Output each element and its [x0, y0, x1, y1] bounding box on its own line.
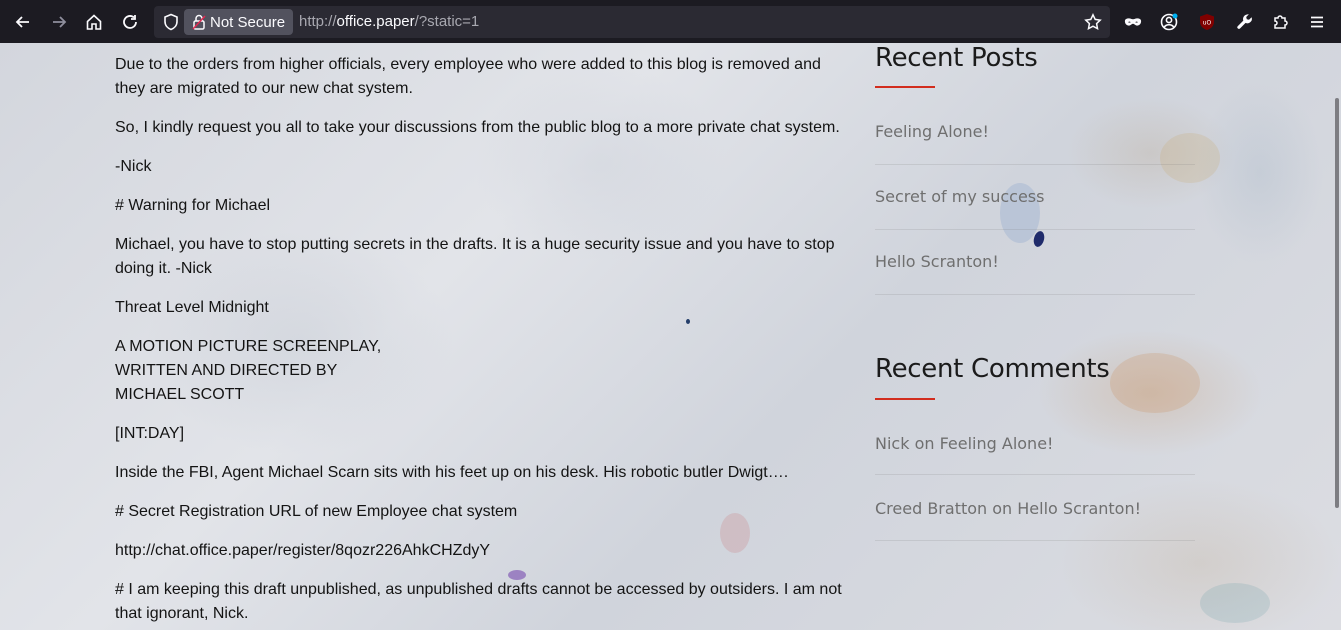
post-paragraph: Inside the FBI, Agent Michael Scarn sits… [115, 464, 789, 481]
post-paragraph: A MOTION PICTURE SCREENPLAY, [115, 338, 382, 355]
url-host: office.paper [336, 13, 415, 30]
recent-post-link[interactable]: Feeling Alone! [875, 122, 1195, 141]
private-browsing-mask-icon[interactable] [1119, 8, 1147, 36]
reload-icon[interactable] [116, 8, 144, 36]
divider [875, 474, 1195, 475]
not-secure-badge[interactable]: Not Secure [184, 9, 294, 35]
divider [875, 540, 1195, 541]
title-underline [875, 86, 935, 88]
post-paragraph: So, I kindly request you all to take you… [115, 119, 840, 136]
post-paragraph: [INT:DAY] [115, 425, 185, 442]
divider [875, 229, 1195, 230]
post-signature: -Nick [115, 158, 152, 175]
post-paragraph: WRITTEN AND DIRECTED BY [115, 362, 338, 379]
menu-hamburger-icon[interactable] [1303, 8, 1331, 36]
registration-url-text: http://chat.office.paper/register/8qozr2… [115, 542, 491, 559]
url-path: /?static=1 [414, 13, 480, 30]
post-paragraph: they are migrated to our new chat system… [115, 80, 413, 97]
post-paragraph: that ignorant, Nick. [115, 605, 249, 622]
title-underline [875, 398, 935, 400]
recent-comments-title: Recent Comments [875, 354, 1110, 384]
account-icon[interactable] [1155, 8, 1183, 36]
bookmark-star-icon[interactable] [1084, 13, 1102, 31]
divider [875, 294, 1195, 295]
background-ink-spot [686, 319, 690, 324]
url-prefix: http:// [299, 13, 337, 30]
background-ink-spot [1200, 583, 1270, 623]
browser-toolbar: Not Secure http://office.paper/?static=1… [0, 0, 1341, 43]
url-text[interactable]: http://office.paper/?static=1 [299, 13, 479, 30]
divider [875, 164, 1195, 165]
background-ink-spot [720, 513, 750, 553]
back-icon[interactable] [9, 8, 37, 36]
address-bar[interactable]: Not Secure http://office.paper/?static=1 [154, 6, 1110, 38]
post-heading: # Secret Registration URL of new Employe… [115, 503, 518, 520]
page-viewport: Due to the orders from higher officials,… [0, 43, 1341, 630]
extensions-puzzle-icon[interactable] [1267, 8, 1295, 36]
post-heading: # Warning for Michael [115, 197, 271, 214]
home-icon[interactable] [80, 8, 108, 36]
post-paragraph: Michael, you have to stop putting secret… [115, 236, 835, 253]
insecure-lock-icon [192, 14, 206, 30]
svg-text:uO: uO [1203, 20, 1212, 27]
not-secure-label: Not Secure [210, 13, 286, 31]
page-scrollbar[interactable] [1333, 43, 1341, 630]
recent-comment-link[interactable]: Nick on Feeling Alone! [875, 434, 1195, 453]
forward-icon[interactable] [45, 8, 73, 36]
post-paragraph: Threat Level Midnight [115, 299, 269, 316]
recent-posts-title: Recent Posts [875, 43, 1038, 73]
post-paragraph: MICHAEL SCOTT [115, 386, 245, 403]
recent-post-link[interactable]: Secret of my success [875, 187, 1195, 206]
post-paragraph: Due to the orders from higher officials,… [115, 56, 821, 73]
post-paragraph: doing it. -Nick [115, 260, 212, 277]
scrollbar-thumb[interactable] [1335, 98, 1339, 508]
background-ink-spot [1110, 353, 1200, 413]
recent-post-link[interactable]: Hello Scranton! [875, 252, 1195, 271]
tools-wrench-icon[interactable] [1231, 8, 1259, 36]
recent-comment-link[interactable]: Creed Bratton on Hello Scranton! [875, 499, 1195, 518]
ublock-origin-icon[interactable]: uO [1193, 8, 1221, 36]
tracking-protection-shield-icon[interactable] [162, 13, 180, 31]
post-paragraph: # I am keeping this draft unpublished, a… [115, 581, 842, 598]
